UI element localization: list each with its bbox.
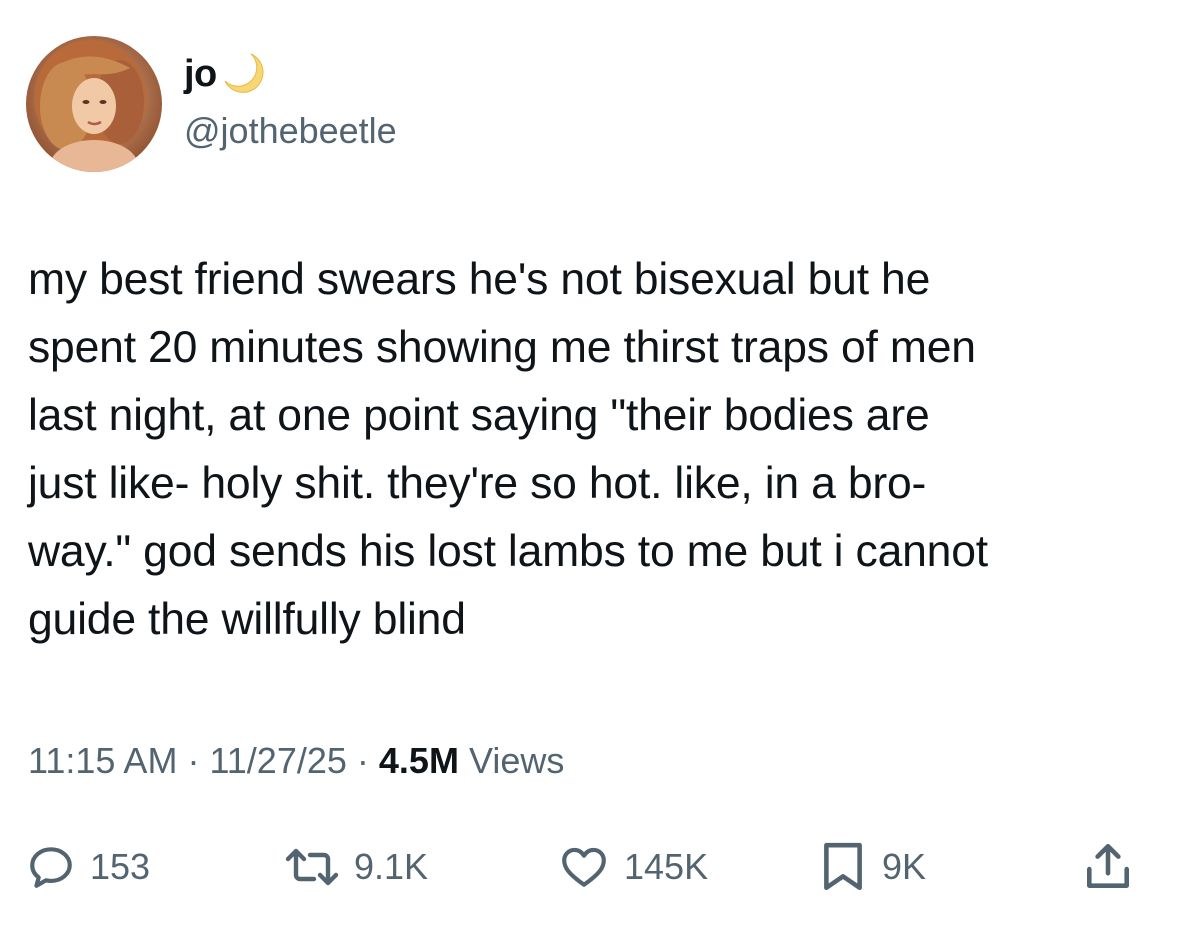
author-names: jo @jothebeetle xyxy=(184,46,397,152)
tweet-meta: 11:15 AM · 11/27/25 · 4.5M Views xyxy=(28,740,564,782)
views-count[interactable]: 4.5M xyxy=(379,740,459,781)
display-name[interactable]: jo xyxy=(184,53,217,96)
reply-count: 153 xyxy=(90,846,151,887)
reply-button[interactable]: 153 xyxy=(26,832,150,902)
like-count: 145K xyxy=(624,846,709,887)
tweet-text: my best friend swears he's not bisexual … xyxy=(28,255,988,644)
heart-icon xyxy=(558,842,610,892)
retweet-count: 9.1K xyxy=(354,846,429,887)
share-button[interactable] xyxy=(1082,832,1134,902)
crescent-moon-icon xyxy=(221,51,267,102)
share-icon xyxy=(1082,840,1134,894)
user-handle[interactable]: @jothebeetle xyxy=(184,110,397,152)
views-label: Views xyxy=(458,740,565,781)
tweet-header: jo @jothebeetle xyxy=(26,36,397,172)
retweet-icon xyxy=(284,842,340,892)
display-name-row: jo xyxy=(184,46,397,102)
action-bar: 153 9.1K 145K 9K xyxy=(0,832,1179,902)
tweet-date[interactable]: 11/27/25 xyxy=(209,740,346,781)
tweet-time[interactable]: 11:15 AM xyxy=(28,740,177,781)
meta-separator: · xyxy=(177,740,210,781)
retweet-button[interactable]: 9.1K xyxy=(284,832,428,902)
bookmark-button[interactable]: 9K xyxy=(818,832,926,902)
reply-icon xyxy=(26,842,76,892)
bookmark-count: 9K xyxy=(882,846,927,887)
bookmark-icon xyxy=(818,840,868,894)
like-button[interactable]: 145K xyxy=(558,832,708,902)
meta-separator: · xyxy=(346,740,379,781)
avatar[interactable] xyxy=(26,36,162,172)
